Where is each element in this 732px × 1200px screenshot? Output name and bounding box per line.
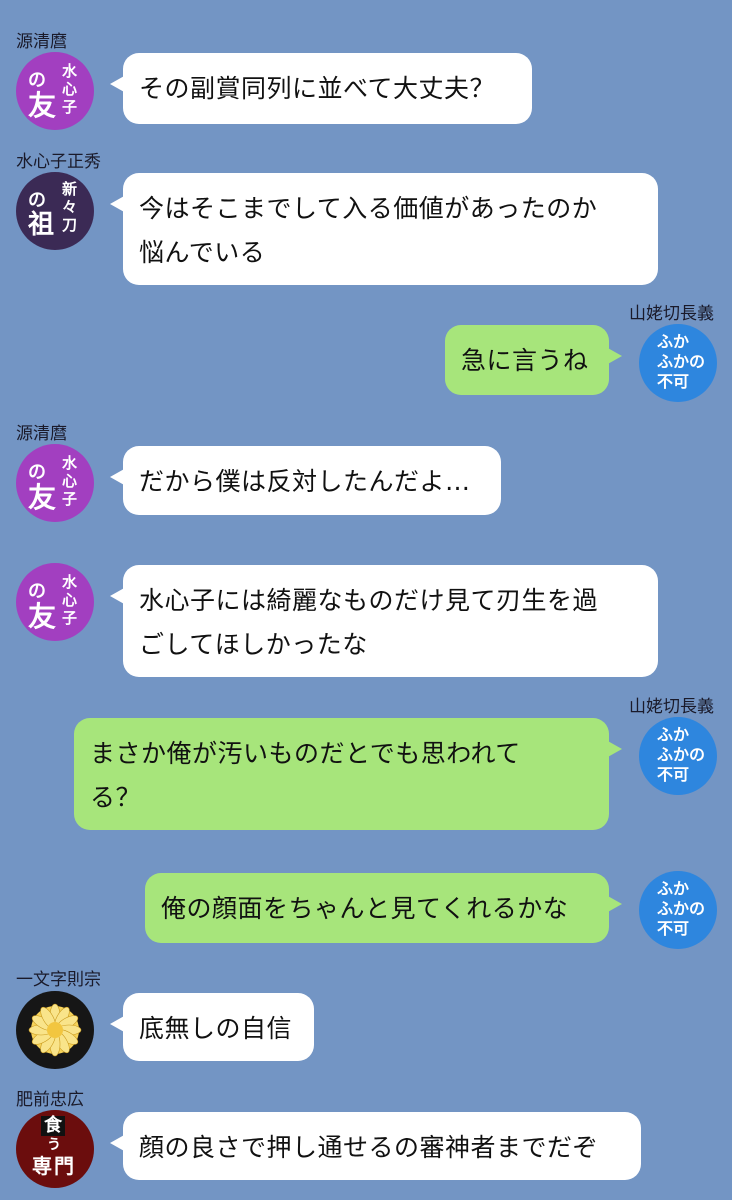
red-badge-icon[interactable]: 食 う 専 門	[16, 1110, 94, 1188]
message-bubble[interactable]: 急に言うね	[445, 325, 622, 395]
message-bubble[interactable]: その副賞同列に並べて大丈夫？	[110, 53, 532, 124]
chat-log: 源清麿 水 心 子 の 友 その副賞同列に並べて大丈夫？ 水心子正秀 新 々 刀…	[0, 0, 732, 1200]
purple-badge-icon[interactable]: 水 心 子 の 友	[16, 563, 94, 641]
message-bubble[interactable]: 今はそこまでして入る価値があったのか 悩んでいる	[110, 173, 658, 285]
sender-name: 水心子正秀	[16, 152, 101, 172]
sender-name: 源清麿	[16, 424, 67, 444]
message-bubble[interactable]: 底無しの自信	[110, 993, 314, 1061]
purple-badge-icon[interactable]: 水 心 子 の 友	[16, 52, 94, 130]
blue-badge-icon[interactable]: ふか ふかの 不可	[639, 717, 717, 795]
message-bubble[interactable]: だから僕は反対したんだよ…	[110, 446, 501, 515]
sender-name: 山姥切長義	[629, 304, 714, 324]
blue-badge-icon[interactable]: ふか ふかの 不可	[639, 324, 717, 402]
message-bubble[interactable]: 水心子には綺麗なものだけ見て刃生を過 ごしてほしかったな	[110, 565, 658, 677]
message-bubble[interactable]: 俺の顔面をちゃんと見てくれるかな	[145, 873, 622, 943]
blue-badge-icon[interactable]: ふか ふかの 不可	[639, 871, 717, 949]
message-bubble[interactable]: まさか俺が汚いものだとでも思われて る？	[74, 718, 622, 830]
purple-badge-icon[interactable]: 水 心 子 の 友	[16, 444, 94, 522]
sender-name: 源清麿	[16, 32, 67, 52]
chrysanthemum-icon[interactable]	[16, 991, 94, 1069]
sender-name: 肥前忠広	[16, 1090, 84, 1110]
message-bubble[interactable]: 顔の良さで押し通せるの審神者までだぞ	[110, 1112, 641, 1180]
sender-name: 山姥切長義	[629, 697, 714, 717]
sender-name: 一文字則宗	[16, 970, 101, 990]
navy-badge-icon[interactable]: 新 々 刀 の 祖	[16, 172, 94, 250]
